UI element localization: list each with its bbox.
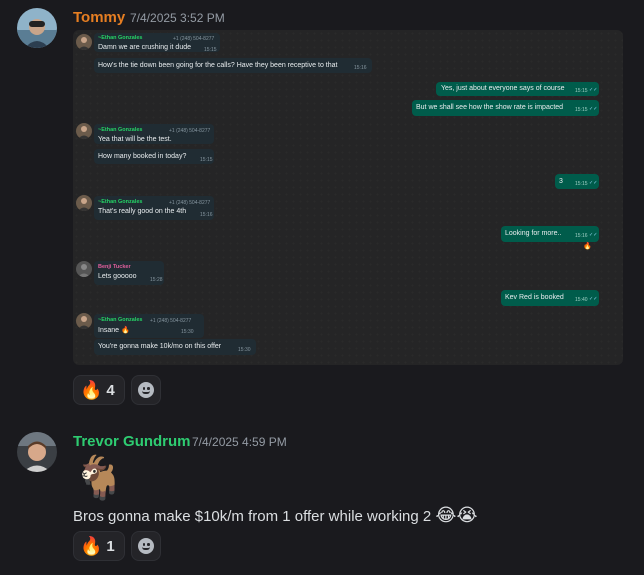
chat-time: 15:16	[200, 212, 213, 218]
reaction-fire[interactable]: 🔥 4	[73, 375, 125, 405]
chat-text: That's really good on the 4th	[98, 208, 187, 215]
username[interactable]: Trevor Gundrum	[73, 433, 191, 450]
chat-text: Damn we are crushing it dude	[98, 44, 191, 51]
read-tick-icon: ✓✓	[589, 232, 598, 238]
chat-text: Insane 🔥	[98, 327, 130, 334]
chat-time: 15:15	[575, 181, 588, 187]
message-text: Bros gonna make $10k/m from 1 offer whil…	[73, 505, 477, 526]
chat-text: You're gonna make 10k/mo on this offer	[98, 343, 222, 350]
chat-reaction: 🔥	[583, 243, 592, 250]
chat-phone: +1 (248) 504-8277	[169, 200, 211, 206]
chat-text: Yea that will be the test.	[98, 136, 172, 143]
chat-text: How's the tie down been going for the ca…	[98, 62, 338, 69]
contact-avatar	[76, 261, 92, 277]
chat-time: 15:28	[150, 277, 163, 283]
chat-phone: +1 (248) 504-8277	[150, 318, 192, 324]
fire-emoji-icon: 🔥	[80, 535, 103, 556]
chat-text: Yes, just about everyone says of course	[441, 85, 565, 92]
chat-time: 15:16	[354, 65, 367, 71]
reaction-count: 1	[106, 537, 115, 555]
chat-text: Kev Red is booked	[505, 294, 564, 301]
chat-phone: +1 (248) 504-8277	[169, 128, 211, 134]
chat-time: 15:30	[181, 329, 194, 335]
avatar[interactable]	[17, 8, 57, 48]
add-reaction-button[interactable]	[131, 375, 161, 405]
chat-sender: ~Ethan Gonzales	[98, 199, 143, 205]
chat-text: 3	[559, 178, 563, 185]
read-tick-icon: ✓✓	[589, 87, 598, 93]
username[interactable]: Tommy	[73, 9, 125, 26]
contact-avatar	[76, 313, 92, 329]
chat-sender: Benji Tucker	[98, 264, 131, 270]
chat-sender: ~Ethan Gonzales	[98, 317, 143, 323]
laughing-crying-emoji-icon: 😂😭	[435, 505, 478, 525]
smiley-icon	[138, 538, 154, 554]
timestamp: 7/4/2025 4:59 PM	[192, 435, 287, 449]
read-tick-icon: ✓✓	[589, 180, 598, 186]
reaction-count: 4	[106, 381, 115, 399]
chat-text: Lets gooooo	[98, 273, 137, 280]
chat-time: 15:15	[204, 47, 217, 53]
chat-time: 15:16	[575, 233, 588, 239]
contact-avatar	[76, 34, 92, 50]
chat-time: 15:40	[575, 297, 588, 303]
smiley-icon	[138, 382, 154, 398]
chat-sender: ~Ethan Gonzales	[98, 127, 143, 133]
chat-text: But we shall see how the show rate is im…	[416, 104, 564, 111]
chat-text: How many booked in today?	[98, 153, 187, 160]
chat-time: 15:15	[200, 157, 213, 163]
chat-time: 15:30	[238, 347, 251, 353]
attached-screenshot[interactable]: ~Ethan Gonzales +1 (248) 504-8277 Damn w…	[73, 30, 623, 365]
chat-time: 15:15	[575, 107, 588, 113]
contact-avatar	[76, 123, 92, 139]
goat-emoji-icon: 🐐	[73, 454, 126, 501]
chat-text: Looking for more..	[505, 230, 562, 237]
add-reaction-button[interactable]	[131, 531, 161, 561]
chat-sender: ~Ethan Gonzales	[98, 35, 143, 41]
read-tick-icon: ✓✓	[589, 106, 598, 112]
timestamp: 7/4/2025 3:52 PM	[130, 11, 225, 25]
fire-emoji-icon: 🔥	[80, 379, 103, 400]
contact-avatar	[76, 195, 92, 211]
chat-time: 15:15	[575, 88, 588, 94]
avatar[interactable]	[17, 432, 57, 472]
chat-phone: +1 (248) 504-8277	[173, 36, 215, 42]
read-tick-icon: ✓✓	[589, 296, 598, 302]
reaction-fire[interactable]: 🔥 1	[73, 531, 125, 561]
message-body: Bros gonna make $10k/m from 1 offer whil…	[73, 508, 432, 525]
